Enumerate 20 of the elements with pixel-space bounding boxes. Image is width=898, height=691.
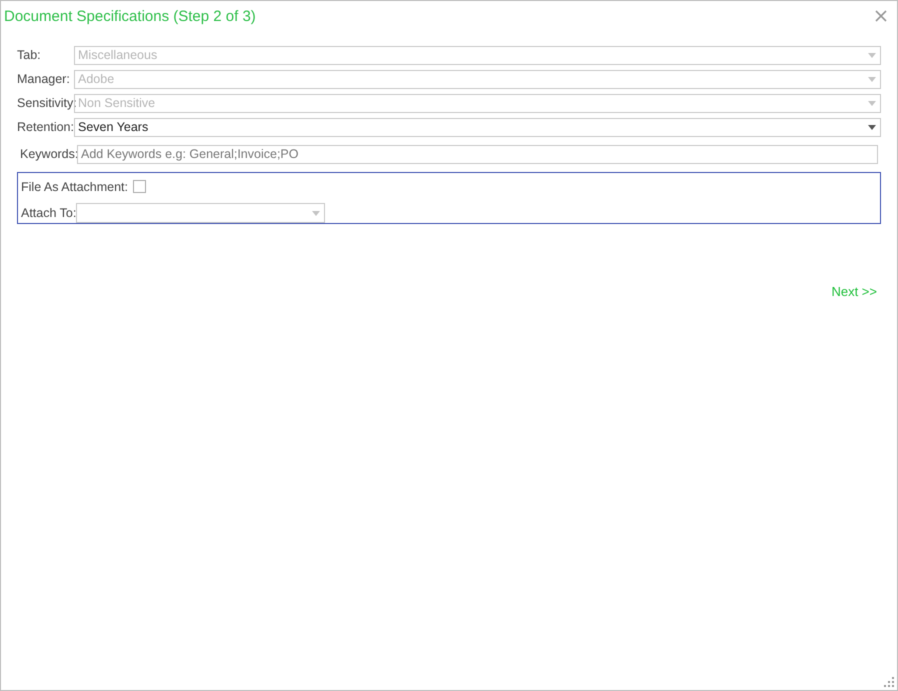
field-label: File As Attachment: bbox=[21, 178, 128, 196]
dropdown[interactable]: Seven Years bbox=[74, 118, 881, 136]
keywords-field[interactable]: Add Keywords e.g: General;Invoice;PO bbox=[77, 144, 878, 164]
field-label: Sensitivity: bbox=[17, 94, 74, 112]
checkbox[interactable] bbox=[133, 180, 146, 194]
caret-icon bbox=[312, 210, 320, 216]
caret-icon bbox=[868, 100, 876, 106]
field-label: Keywords: bbox=[20, 146, 77, 163]
dropdown[interactable] bbox=[76, 203, 325, 224]
field-label: Attach To: bbox=[21, 204, 76, 222]
close-button[interactable] bbox=[875, 10, 887, 22]
caret-icon bbox=[868, 76, 876, 82]
field-label: Retention: bbox=[17, 118, 74, 136]
next-link[interactable]: Next >> bbox=[831, 282, 877, 301]
field-label: Tab: bbox=[17, 46, 42, 64]
resize-grip-icon[interactable] bbox=[884, 677, 894, 687]
field-label: Manager: bbox=[17, 70, 71, 88]
caret-icon bbox=[868, 124, 876, 130]
dialog-title: Document Specifications (Step 2 of 3) bbox=[4, 7, 256, 27]
caret-icon bbox=[868, 52, 876, 58]
